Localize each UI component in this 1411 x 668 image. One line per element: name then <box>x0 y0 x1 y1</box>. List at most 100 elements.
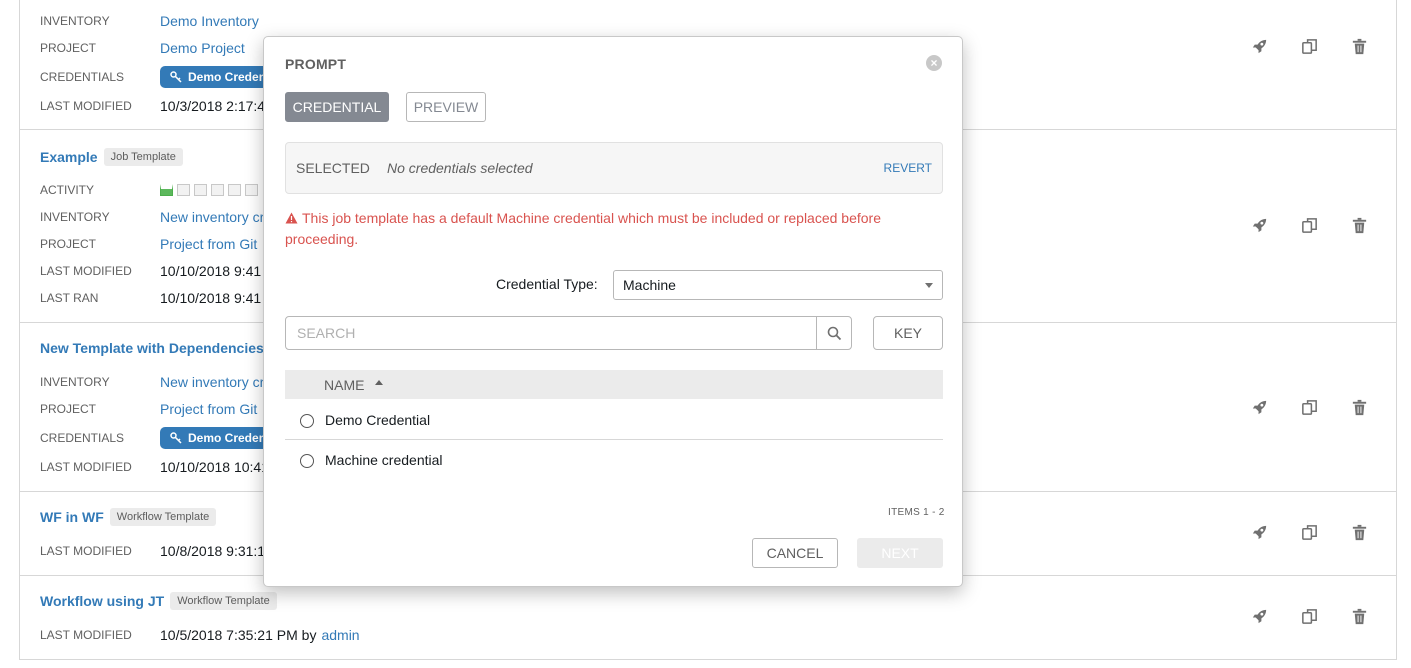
copy-icon[interactable] <box>1300 607 1319 626</box>
field-label: ACTIVITY <box>40 183 95 197</box>
cancel-button[interactable]: CANCEL <box>752 538 838 568</box>
copy-icon[interactable] <box>1300 216 1319 235</box>
items-count: ITEMS 1 - 2 <box>888 507 945 518</box>
field-label: PROJECT <box>40 402 97 416</box>
last-modified-value: 10/5/2018 7:35:21 PM by <box>160 627 317 643</box>
last-modified-field: LAST MODIFIED 10/3/2018 2:17:41 PM <box>40 96 298 116</box>
modal-title: PROMPT <box>285 56 347 72</box>
selected-label: SELECTED <box>296 160 370 176</box>
tab-credential[interactable]: CREDENTIAL <box>285 92 389 122</box>
field-label: LAST RAN <box>40 291 99 305</box>
last-ran-field: LAST RAN 10/10/2018 9:41 AM <box>40 288 285 308</box>
project-field: PROJECT Demo Project <box>40 38 245 58</box>
job-empty-indicator <box>211 184 224 196</box>
delete-trash-icon[interactable] <box>1350 523 1369 542</box>
warning-triangle-icon <box>285 212 298 224</box>
project-link[interactable]: Project from Git <box>160 236 257 252</box>
credential-type-label: Credential Type: <box>496 276 598 292</box>
copy-icon[interactable] <box>1300 523 1319 542</box>
key-icon <box>170 432 182 444</box>
inventory-field: INVENTORY New inventory created <box>40 207 299 227</box>
template-name-link[interactable]: New Template with Dependencies <box>40 340 264 356</box>
delete-trash-icon[interactable] <box>1350 398 1369 417</box>
last-modified-field: LAST MODIFIED 10/10/2018 10:41 AM <box>40 457 293 477</box>
field-label: LAST MODIFIED <box>40 264 132 278</box>
template-type-badge: Workflow Template <box>109 508 217 526</box>
warning-text: This job template has a default Machine … <box>285 210 881 247</box>
row-actions <box>1250 398 1369 417</box>
column-header-name[interactable]: NAME <box>324 377 364 393</box>
delete-trash-icon[interactable] <box>1350 216 1369 235</box>
launch-rocket-icon[interactable] <box>1250 216 1269 235</box>
key-button[interactable]: KEY <box>873 316 943 350</box>
credential-type-select[interactable]: Machine <box>613 270 943 300</box>
credential-name: Machine credential <box>325 452 443 468</box>
credentials-table-header: NAME <box>285 370 943 399</box>
search-input[interactable]: SEARCH <box>286 317 816 349</box>
field-label: PROJECT <box>40 41 97 55</box>
inventory-field: INVENTORY New inventory created <box>40 372 299 392</box>
delete-trash-icon[interactable] <box>1350 607 1369 626</box>
template-row: Workflow using JT Workflow Template LAST… <box>20 576 1396 660</box>
template-type-badge: Job Template <box>103 148 183 166</box>
launch-rocket-icon[interactable] <box>1250 523 1269 542</box>
credential-type-value: Machine <box>623 277 676 293</box>
activity-indicators <box>160 184 258 196</box>
template-name-link[interactable]: Example <box>40 149 98 165</box>
credential-radio[interactable] <box>300 413 314 428</box>
project-link[interactable]: Demo Project <box>160 40 245 56</box>
job-success-indicator[interactable] <box>160 184 173 196</box>
search-button[interactable] <box>816 317 851 349</box>
field-label: LAST MODIFIED <box>40 544 132 558</box>
last-modified-field: LAST MODIFIED 10/5/2018 7:35:21 PM by ad… <box>40 625 360 645</box>
credential-radio[interactable] <box>300 454 314 468</box>
project-field: PROJECT Project from Git <box>40 399 257 419</box>
default-credential-warning: This job template has a default Machine … <box>285 208 935 250</box>
project-field: PROJECT Project from Git <box>40 234 257 254</box>
close-icon[interactable]: × <box>926 55 942 71</box>
search-field: SEARCH <box>285 316 852 350</box>
field-label: CREDENTIALS <box>40 70 125 84</box>
modified-by-user-link[interactable]: admin <box>321 627 359 643</box>
job-empty-indicator <box>177 184 190 196</box>
tab-preview[interactable]: PREVIEW <box>406 92 486 122</box>
sort-ascending-icon[interactable] <box>375 380 384 385</box>
row-actions <box>1250 216 1369 235</box>
field-label: LAST MODIFIED <box>40 460 132 474</box>
row-title: New Template with Dependencies <box>40 340 264 356</box>
credentials-field: CREDENTIALS Demo Credential <box>40 66 294 88</box>
last-modified-field: LAST MODIFIED 10/10/2018 9:41 AM <box>40 261 285 281</box>
job-empty-indicator <box>245 184 258 196</box>
search-icon <box>827 326 841 340</box>
project-link[interactable]: Project from Git <box>160 401 257 417</box>
launch-rocket-icon[interactable] <box>1250 37 1269 56</box>
launch-rocket-icon[interactable] <box>1250 398 1269 417</box>
row-actions <box>1250 37 1369 56</box>
job-empty-indicator <box>194 184 207 196</box>
table-row[interactable]: Demo Credential <box>285 400 943 440</box>
activity-field: ACTIVITY <box>40 180 258 200</box>
job-empty-indicator <box>228 184 241 196</box>
field-label: LAST MODIFIED <box>40 99 132 113</box>
field-label: PROJECT <box>40 237 97 251</box>
inventory-link[interactable]: Demo Inventory <box>160 13 259 29</box>
field-label: LAST MODIFIED <box>40 628 132 642</box>
selected-credentials-box: SELECTED No credentials selected REVERT <box>285 142 943 194</box>
inventory-field: INVENTORY Demo Inventory <box>40 11 259 31</box>
credentials-field: CREDENTIALS Demo Credential <box>40 427 294 449</box>
field-label: INVENTORY <box>40 210 110 224</box>
template-name-link[interactable]: WF in WF <box>40 509 104 525</box>
key-icon <box>170 71 182 83</box>
prompt-modal: PROMPT × CREDENTIAL PREVIEW SELECTED No … <box>263 36 963 587</box>
copy-icon[interactable] <box>1300 398 1319 417</box>
delete-trash-icon[interactable] <box>1350 37 1369 56</box>
field-label: CREDENTIALS <box>40 431 125 445</box>
template-name-link[interactable]: Workflow using JT <box>40 593 164 609</box>
selected-empty-text: No credentials selected <box>387 160 533 176</box>
copy-icon[interactable] <box>1300 37 1319 56</box>
revert-link[interactable]: REVERT <box>884 161 932 175</box>
launch-rocket-icon[interactable] <box>1250 607 1269 626</box>
next-button[interactable]: NEXT <box>857 538 943 568</box>
table-row[interactable]: Machine credential <box>285 440 943 480</box>
chevron-down-icon <box>925 282 933 288</box>
